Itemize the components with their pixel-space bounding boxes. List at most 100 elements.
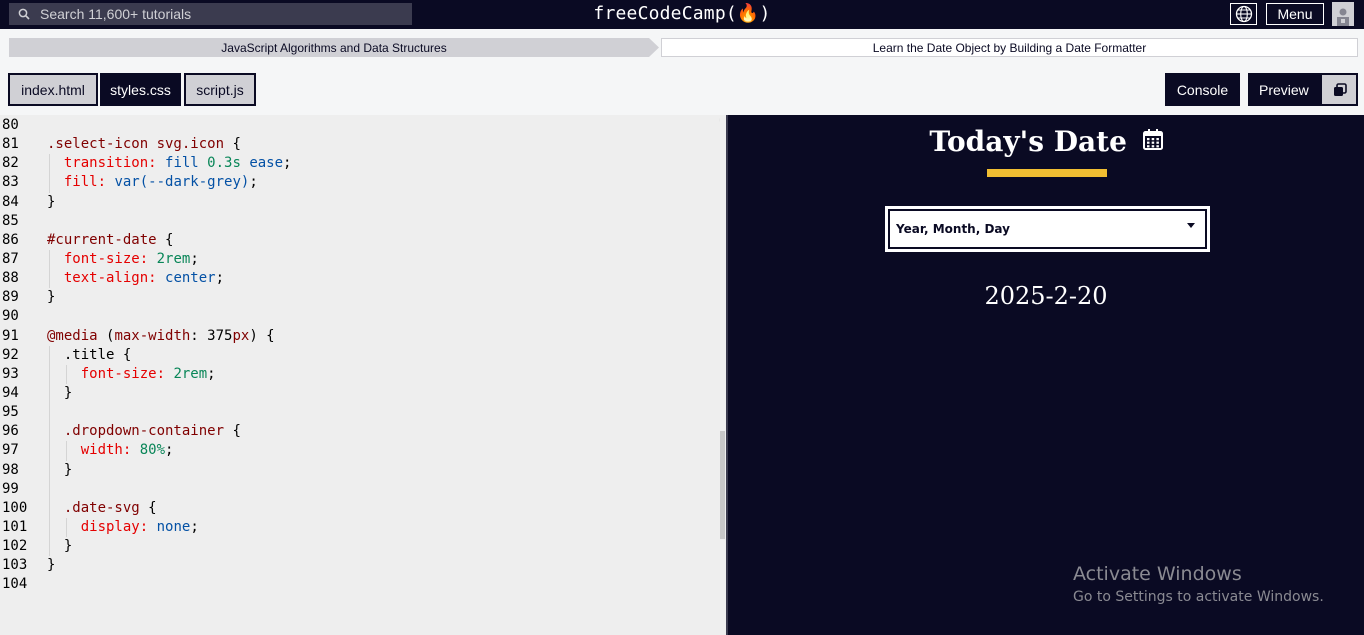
line-number: 103 [2,557,28,574]
code-token: var(--dark-grey) [114,174,250,191]
tab-index-html[interactable]: index.html [8,73,98,106]
code-token: 0.3s [207,155,241,172]
code-token: @media [47,327,98,344]
code-token: ; [283,155,292,172]
code-line[interactable]: 83 fill: var(--dark-grey); [0,173,720,193]
editor-scrollbar-thumb[interactable] [720,431,725,539]
search-placeholder: Search 11,600+ tutorials [40,6,192,22]
code-line[interactable]: 100 .date-svg { [0,498,720,518]
preview-label: Preview [1259,81,1309,98]
tab-script-js[interactable]: script.js [184,73,256,106]
code-text: text-align: center; [47,269,224,288]
line-number: 84 [2,193,19,210]
code-token: fill [165,155,199,172]
preview-pane: Today's Date Year, Month, Day 2025-2-20 … [728,115,1364,635]
line-number: 80 [2,117,19,133]
code-token: display: [80,518,149,535]
console-button[interactable]: Console [1165,73,1240,106]
code-line[interactable]: 90 [0,307,720,326]
dropdown-selected-value: Year, Month, Day [896,222,1010,236]
line-number: 92 [2,346,19,363]
code-text: font-size: 2rem; [47,250,199,269]
code-token: ; [190,518,199,535]
code-token: .select-icon svg.icon [47,136,225,153]
line-number: 90 [2,308,19,325]
code-text: .dropdown-container { [47,422,241,441]
code-editor[interactable]: 80 81 .select-icon svg.icon {82 transition… [0,115,727,635]
code-token: : [190,327,208,344]
search-icon [15,5,33,23]
code-text: } [47,556,55,575]
code-token: } [47,289,56,306]
code-line[interactable]: 80 [0,116,720,135]
code-token: 375 [207,327,233,344]
code-token: none [156,518,191,535]
breadcrumb-superblock[interactable]: JavaScript Algorithms and Data Structure… [9,38,659,57]
code-line[interactable]: 95 [0,403,720,423]
code-token: { [139,499,157,516]
code-token: ( [97,327,115,344]
code-token: ; [190,250,199,267]
code-text: } [47,461,72,480]
code-token: ease [249,155,284,172]
breadcrumb-block[interactable]: Learn the Date Object by Building a Date… [661,38,1358,57]
line-number: 87 [2,250,19,267]
code-token: 2rem [156,250,191,267]
avatar-icon[interactable] [1332,2,1354,26]
date-format-dropdown[interactable]: Year, Month, Day [886,207,1209,251]
code-text: @media (max-width: 375px) { [47,327,275,346]
language-globe-button[interactable] [1230,3,1257,25]
code-line[interactable]: 87 font-size: 2rem; [0,249,720,270]
code-line[interactable]: 102 } [0,537,720,557]
code-token: #current-date [47,231,157,248]
line-number: 89 [2,289,19,306]
code-token: } [47,193,56,210]
code-token: .dropdown-container [63,423,225,440]
menu-button[interactable]: Menu [1266,3,1324,25]
code-token: .date-svg [63,499,140,516]
code-line[interactable]: 82 transition: fill 0.3s ease; [0,154,720,174]
code-text: width: 80%; [47,441,174,460]
search-bar[interactable]: Search 11,600+ tutorials [9,3,412,25]
line-number: 91 [2,327,19,344]
code-token: } [63,461,73,478]
code-line[interactable]: 84} [0,193,720,212]
code-text: } [47,537,72,556]
code-line[interactable]: 103} [0,556,720,575]
code-token: max-width [114,327,191,344]
code-text: } [47,384,72,403]
code-line[interactable]: 96 .dropdown-container { [0,422,720,442]
code-line[interactable]: 89} [0,288,720,307]
code-line[interactable]: 93 font-size: 2rem; [0,364,720,384]
code-line[interactable]: 94 } [0,383,720,404]
code-line[interactable]: 104 [0,575,720,594]
external-preview-icon[interactable] [1323,75,1356,104]
code-line[interactable]: 91 @media (max-width: 375px) { [0,327,720,346]
code-line[interactable]: 85 [0,212,720,231]
preview-button[interactable]: Preview [1248,73,1358,106]
code-token: fill: [63,174,107,191]
code-line[interactable]: 88 text-align: center; [0,269,720,289]
code-line[interactable]: 97 width: 80%; [0,441,720,461]
code-token: font-size: [63,250,149,267]
code-line[interactable]: 101 display: none; [0,517,720,538]
code-line[interactable]: 86 #current-date { [0,231,720,250]
line-number: 97 [2,442,19,459]
code-line[interactable]: 92 .title { [0,345,720,365]
globe-icon [1235,5,1252,23]
code-lines[interactable]: 80 81 .select-icon svg.icon {82 transition… [0,116,720,595]
code-text: #current-date { [47,231,173,250]
code-line[interactable]: 98 } [0,460,720,480]
line-number: 98 [2,461,19,478]
line-number: 95 [2,404,19,421]
line-number: 81 [2,136,19,153]
code-line[interactable]: 81 .select-icon svg.icon { [0,135,720,154]
tab-styles-css[interactable]: styles.css [100,73,181,106]
line-number: 93 [2,365,19,382]
current-date: 2025-2-20 [984,282,1108,310]
code-line[interactable]: 99 [0,479,720,499]
